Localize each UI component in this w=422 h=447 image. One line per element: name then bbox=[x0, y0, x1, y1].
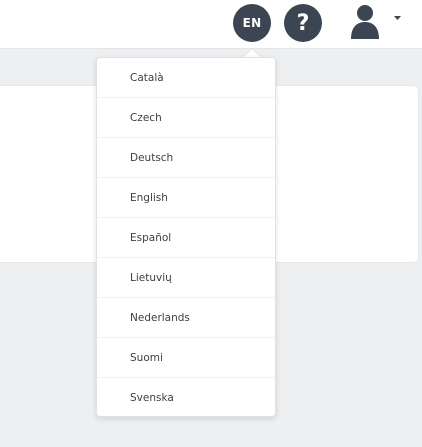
language-button-label: EN bbox=[242, 16, 262, 30]
caret-down-icon bbox=[394, 16, 401, 20]
menu-item-label: Czech bbox=[130, 111, 162, 124]
language-option-suomi[interactable]: Suomi bbox=[97, 338, 275, 378]
language-option-lietuviu[interactable]: Lietuvių bbox=[97, 258, 275, 298]
menu-item-label: English bbox=[130, 191, 168, 204]
language-option-svenska[interactable]: Svenska bbox=[97, 378, 275, 418]
language-dropdown: Català Czech Deutsch English Español Lie… bbox=[96, 57, 276, 417]
help-icon: ? bbox=[296, 10, 310, 36]
language-option-espanol[interactable]: Español bbox=[97, 218, 275, 258]
menu-item-label: Svenska bbox=[130, 392, 174, 404]
user-menu-button[interactable] bbox=[346, 2, 406, 42]
help-button[interactable]: ? bbox=[284, 4, 322, 42]
language-option-deutsch[interactable]: Deutsch bbox=[97, 138, 275, 178]
top-bar: EN ? bbox=[0, 0, 422, 49]
menu-item-label: Español bbox=[130, 231, 172, 244]
language-button[interactable]: EN bbox=[233, 4, 271, 42]
language-option-nederlands[interactable]: Nederlands bbox=[97, 298, 275, 338]
menu-item-label: Català bbox=[130, 71, 164, 84]
menu-item-label: Suomi bbox=[130, 351, 163, 364]
menu-item-label: Lietuvių bbox=[130, 271, 172, 284]
language-option-czech[interactable]: Czech bbox=[97, 98, 275, 138]
menu-item-label: Deutsch bbox=[130, 151, 174, 164]
language-option-catala[interactable]: Català bbox=[97, 58, 275, 98]
menu-item-label: Nederlands bbox=[130, 311, 190, 324]
dropdown-pointer bbox=[244, 49, 260, 57]
language-option-english[interactable]: English bbox=[97, 178, 275, 218]
